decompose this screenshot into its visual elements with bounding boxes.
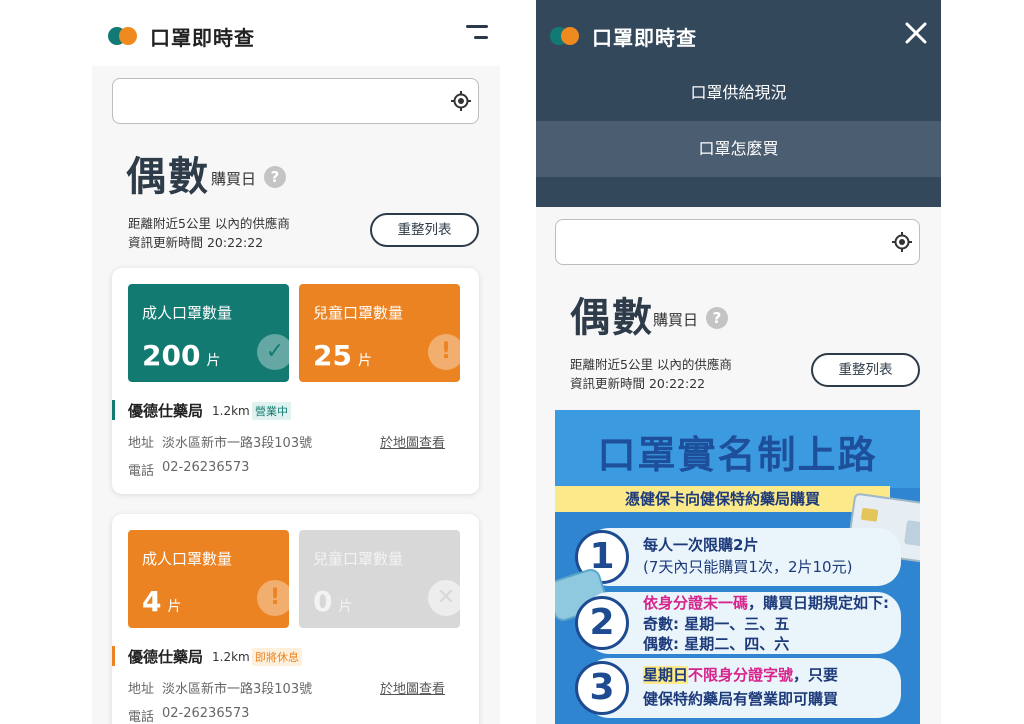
adult-mask-count: 4片 [142, 585, 182, 618]
app-logo-icon [108, 27, 138, 45]
search-input[interactable] [112, 78, 479, 124]
updated-time: 資訊更新時間 20:22:22 [128, 235, 264, 250]
step-number: 3 [575, 661, 629, 715]
close-icon[interactable] [905, 22, 927, 44]
step-line: 奇數: 星期一、三、五 [643, 615, 790, 633]
view-on-map-link[interactable]: 於地圖查看 [380, 432, 445, 451]
status-badge: 營業中 [252, 402, 291, 420]
top-bar: 口罩即時查 [92, 0, 500, 66]
search-input[interactable] [555, 219, 920, 265]
how-to-buy-poster: 口罩實名制上路 憑健保卡向健保特約藥局購買 1 每人一次限購2片 (7天內只能購… [555, 410, 920, 724]
step-number: 2 [575, 596, 629, 650]
distance-info: 距離附近5公里 以內的供應商 [128, 216, 290, 231]
adult-mask-label: 成人口罩數量 [142, 550, 233, 568]
view-on-map-link[interactable]: 於地圖查看 [380, 678, 445, 697]
step-line: 星期日不限身分證字號，只要 [643, 666, 839, 684]
purchase-day-title: 偶數 [126, 154, 210, 200]
exclamation-icon: ! [257, 580, 289, 616]
step-2: 2 依身分證末一碼，購買日期規定如下: 奇數: 星期一、三、五 偶數: 星期二、… [575, 592, 901, 654]
help-icon[interactable]: ? [706, 307, 728, 329]
child-mask-tile: 兒童口罩數量 25 片 ! [299, 284, 460, 382]
step-line: 偶數: 星期二、四、六 [643, 635, 790, 653]
pharmacy-card[interactable]: 成人口罩數量 200 片 ✓ 兒童口罩數量 25 片 ! 優德仕藥局 1.2km 營… [112, 268, 479, 494]
step-line: (7天內只能購買1次，2片10元) [643, 558, 853, 576]
right-screen: 口罩即時查 口罩供給現況 口罩怎麼買 偶數 購買日 ? 距離附近5公里 以內的供… [536, 0, 941, 724]
poster-title: 口罩實名制上路 [597, 433, 878, 477]
status-badge: 即將休息 [252, 648, 302, 666]
step-line: 每人一次限購2片 [643, 536, 759, 554]
child-mask-label: 兒童口罩數量 [313, 550, 404, 568]
child-mask-label: 兒童口罩數量 [313, 304, 404, 322]
locate-icon[interactable] [892, 232, 912, 252]
phone-value[interactable]: 02-26236573 [162, 706, 249, 721]
hamburger-menu-icon[interactable] [462, 25, 488, 41]
purchase-day-title: 偶數 [570, 295, 654, 341]
step-line: 依身分證末一碼，購買日期規定如下: [643, 594, 890, 612]
adult-mask-tile: 成人口罩數量 200 片 ✓ [128, 284, 289, 382]
child-mask-count: 25 片 [313, 339, 372, 372]
adult-mask-label: 成人口罩數量 [142, 304, 233, 322]
address-value: 淡水區新市一路3段103號 [162, 682, 313, 697]
phone-value[interactable]: 02-26236573 [162, 460, 249, 475]
purchase-day-label: 購買日 [211, 170, 257, 188]
step-1: 1 每人一次限購2片 (7天內只能購買1次，2片10元) [575, 528, 901, 586]
nav-menu-panel: 口罩即時查 口罩供給現況 口罩怎麼買 [536, 0, 941, 207]
pharmacy-distance: 1.2km [212, 404, 250, 418]
page: 口罩即時查 偶數 購買日 ? 距離附近5公里 以內的供應商 資訊更新時間 20:… [0, 0, 1024, 724]
pharmacy-name: 優德仕藥局 [128, 648, 204, 666]
step-line: 健保特約藥局有營業即可購買 [643, 690, 839, 708]
locate-icon[interactable] [451, 91, 471, 111]
left-screen: 口罩即時查 偶數 購買日 ? 距離附近5公里 以內的供應商 資訊更新時間 20:… [92, 0, 500, 724]
poster-subtitle: 憑健保卡向健保特約藥局購買 [555, 486, 890, 512]
check-icon: ✓ [257, 334, 289, 370]
app-logo-icon [550, 27, 580, 45]
adult-mask-tile: 成人口罩數量 4片 ! [128, 530, 289, 628]
updated-time: 資訊更新時間 20:22:22 [570, 376, 706, 391]
address-label: 地址 [128, 436, 155, 451]
child-mask-tile: 兒童口罩數量 0片 ✕ [299, 530, 460, 628]
child-mask-count: 0片 [313, 585, 353, 618]
step-3: 3 星期日不限身分證字號，只要 健保特約藥局有營業即可購買 [575, 658, 901, 718]
pharmacy-distance: 1.2km [212, 650, 250, 664]
refresh-list-button[interactable]: 重整列表 [370, 213, 479, 247]
x-icon: ✕ [428, 580, 460, 616]
pharmacy-card[interactable]: 成人口罩數量 4片 ! 兒童口罩數量 0片 ✕ 優德仕藥局 1.2km 即將休息… [112, 514, 479, 724]
phone-label: 電話 [128, 710, 155, 724]
refresh-list-button[interactable]: 重整列表 [811, 353, 920, 387]
exclamation-icon: ! [428, 334, 460, 370]
address-value: 淡水區新市一路3段103號 [162, 436, 313, 451]
help-icon[interactable]: ? [264, 166, 286, 188]
purchase-day-label: 購買日 [653, 311, 699, 329]
status-indicator-bar [112, 400, 115, 420]
app-title: 口罩即時查 [150, 26, 255, 50]
distance-info: 距離附近5公里 以內的供應商 [570, 357, 732, 372]
adult-mask-count: 200 片 [142, 339, 221, 372]
app-title: 口罩即時查 [592, 26, 697, 50]
menu-item-supply-status[interactable]: 口罩供給現況 [536, 65, 941, 121]
address-label: 地址 [128, 682, 155, 697]
status-indicator-bar [112, 646, 115, 666]
pharmacy-name: 優德仕藥局 [128, 402, 204, 420]
phone-label: 電話 [128, 464, 155, 479]
menu-item-how-to-buy[interactable]: 口罩怎麼買 [536, 121, 941, 177]
